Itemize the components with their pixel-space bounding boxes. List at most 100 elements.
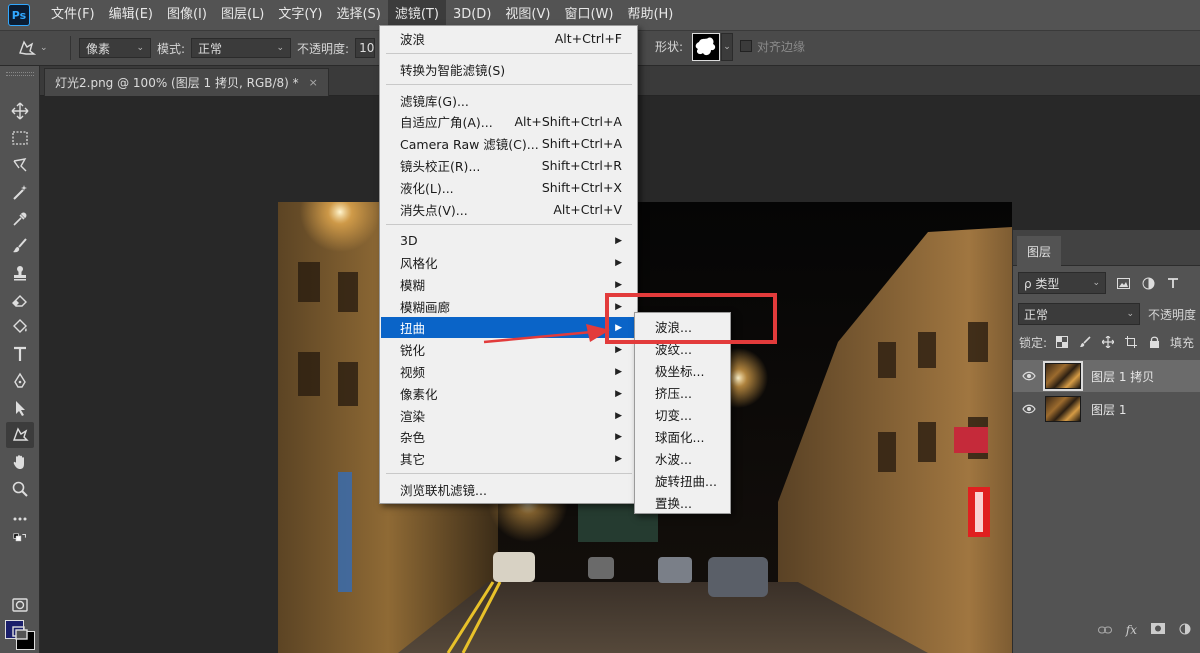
menu-item-convert-smart-filter[interactable]: 转换为智能滤镜(S) — [381, 59, 638, 80]
align-edges-checkbox[interactable] — [740, 40, 752, 52]
swap-colors-button[interactable] — [6, 532, 34, 548]
menu-item-render[interactable]: 渲染 ▶ — [381, 405, 638, 426]
opacity-input[interactable]: 10 — [355, 38, 376, 58]
pixel-layer-filter-icon[interactable] — [1115, 275, 1131, 291]
menu-item-label: 像素化 — [400, 387, 438, 402]
menu-edit[interactable]: 编辑(E) — [102, 0, 160, 30]
document-tab-title: 灯光2.png @ 100% (图层 1 拷贝, RGB/8) * — [55, 76, 299, 90]
eyedropper-tool[interactable] — [6, 206, 34, 232]
menu-item-noise[interactable]: 杂色 ▶ — [381, 426, 638, 447]
eraser-tool[interactable] — [6, 287, 34, 313]
panel-grip[interactable] — [6, 72, 34, 76]
hand-tool[interactable] — [6, 449, 34, 475]
lock-artboard-icon[interactable] — [1124, 335, 1138, 349]
layer-row[interactable]: 图层 1 拷贝 — [1013, 360, 1200, 392]
adjustment-layer-icon[interactable] — [1179, 623, 1191, 638]
submenu-item-displace[interactable]: 置换... — [636, 491, 731, 513]
menu-item-adaptive-wide-angle[interactable]: 自适应广角(A)... Alt+Shift+Ctrl+A — [381, 111, 638, 132]
tab-layers[interactable]: 图层 — [1017, 236, 1061, 266]
blend-mode-select[interactable]: 正常 ⌄ — [191, 38, 292, 58]
screen-mode-button[interactable] — [6, 619, 34, 645]
menu-type[interactable]: 文字(Y) — [271, 0, 329, 30]
type-tool[interactable] — [6, 341, 34, 367]
submenu-item-spherize[interactable]: 球面化... — [636, 425, 731, 447]
stamp-tool[interactable] — [6, 260, 34, 286]
menu-item-liquify[interactable]: 液化(L)... Shift+Ctrl+X — [381, 177, 638, 198]
move-tool[interactable] — [6, 98, 34, 124]
menu-file[interactable]: 文件(F) — [44, 0, 102, 30]
layer-filter-row: ρ 类型 ⌄ — [1013, 270, 1200, 296]
tool-preset-picker[interactable]: ⌄ — [16, 35, 62, 61]
menu-item-browse-online-filters[interactable]: 浏览联机滤镜... — [381, 479, 638, 500]
link-layers-icon[interactable] — [1097, 623, 1112, 637]
menu-item-blur-gallery[interactable]: 模糊画廊 ▶ — [381, 296, 638, 317]
eye-icon[interactable] — [1021, 401, 1037, 417]
splat-shape-icon — [695, 37, 716, 56]
submenu-item-shear[interactable]: 切变... — [636, 403, 731, 425]
more-tools-button[interactable] — [6, 506, 34, 532]
type-layer-filter-icon[interactable] — [1165, 275, 1181, 291]
menu-item-camera-raw[interactable]: Camera Raw 滤镜(C)... Shift+Ctrl+A — [381, 133, 638, 154]
adjustment-layer-filter-icon[interactable] — [1140, 275, 1156, 291]
layer-effects-icon[interactable]: fx — [1126, 623, 1137, 637]
menu-item-filter-gallery[interactable]: 滤镜库(G)... — [381, 90, 638, 111]
eye-icon[interactable] — [1021, 368, 1037, 384]
menu-item-label: 转换为智能滤镜(S) — [400, 63, 506, 78]
lock-image-pixels-icon[interactable] — [1078, 335, 1092, 349]
document-tab[interactable]: 灯光2.png @ 100% (图层 1 拷贝, RGB/8) * × — [44, 68, 329, 96]
chevron-down-icon: ⌄ — [136, 43, 144, 53]
brush-tool[interactable] — [6, 233, 34, 259]
submenu-item-twirl[interactable]: 旋转扭曲... — [636, 469, 731, 491]
custom-shape-tool[interactable] — [6, 422, 34, 448]
menu-item-last-filter[interactable]: 波浪 Alt+Ctrl+F — [381, 28, 638, 49]
layer-kind-filter-select[interactable]: ρ 类型 ⌄ — [1018, 272, 1106, 294]
menu-image[interactable]: 图像(I) — [160, 0, 214, 30]
path-selection-tool[interactable] — [6, 395, 34, 421]
submenu-item-pinch[interactable]: 挤压... — [636, 381, 731, 403]
close-icon[interactable]: × — [309, 76, 318, 89]
layer-name[interactable]: 图层 1 — [1091, 401, 1126, 418]
eraser-icon — [12, 295, 27, 307]
marquee-tool[interactable] — [6, 125, 34, 151]
menu-item-other[interactable]: 其它 ▶ — [381, 448, 638, 469]
menu-item-label: 模糊画廊 — [400, 300, 451, 315]
add-mask-icon[interactable] — [1151, 623, 1165, 637]
shape-picker[interactable] — [692, 33, 720, 61]
menu-layer[interactable]: 图层(L) — [214, 0, 271, 30]
layer-blend-mode-select[interactable]: 正常 ⌄ — [1018, 303, 1140, 325]
lock-transparent-pixels-icon[interactable] — [1055, 335, 1069, 349]
menu-item-label: 自适应广角(A)... — [400, 115, 493, 130]
paint-bucket-tool[interactable] — [6, 314, 34, 340]
menu-item-label: 视频 — [400, 365, 426, 380]
zoom-tool[interactable] — [6, 476, 34, 502]
submenu-arrow-icon: ▶ — [615, 453, 622, 464]
highlight-annotation-box — [605, 293, 777, 344]
menu-divider — [386, 473, 632, 474]
chevron-down-icon[interactable]: ⌄ — [721, 33, 733, 61]
submenu-item-zigzag[interactable]: 水波... — [636, 447, 731, 469]
layer-thumbnail[interactable] — [1045, 396, 1081, 422]
menu-item-shortcut: Shift+Ctrl+A — [541, 136, 622, 151]
magic-wand-tool[interactable] — [6, 179, 34, 205]
tool-mode-select[interactable]: 像素 ⌄ — [79, 38, 151, 58]
submenu-item-polar-coordinates[interactable]: 极坐标... — [636, 359, 731, 381]
menu-item-stylize[interactable]: 风格化 ▶ — [381, 252, 638, 273]
layer-blend-row: 正常 ⌄ 不透明度 — [1013, 302, 1200, 326]
quick-mask-button[interactable] — [6, 592, 34, 618]
lock-all-icon[interactable] — [1147, 335, 1161, 349]
menu-item-3d[interactable]: 3D ▶ — [381, 230, 638, 251]
lock-position-icon[interactable] — [1101, 335, 1115, 349]
layer-thumbnail[interactable] — [1043, 361, 1083, 391]
menu-item-video[interactable]: 视频 ▶ — [381, 361, 638, 382]
menu-item-pixelate[interactable]: 像素化 ▶ — [381, 383, 638, 404]
menu-item-blur[interactable]: 模糊 ▶ — [381, 274, 638, 295]
layer-row[interactable]: 图层 1 — [1013, 393, 1200, 425]
layer-name[interactable]: 图层 1 拷贝 — [1091, 368, 1154, 385]
menu-item-vanishing-point[interactable]: 消失点(V)... Alt+Ctrl+V — [381, 199, 638, 220]
pen-tool[interactable] — [6, 368, 34, 394]
menu-item-lens-correction[interactable]: 镜头校正(R)... Shift+Ctrl+R — [381, 155, 638, 176]
menu-item-shortcut: Shift+Ctrl+X — [541, 180, 622, 195]
eyedropper-icon — [13, 212, 27, 226]
menu-item-shortcut: Alt+Ctrl+V — [553, 202, 622, 217]
lasso-tool[interactable] — [6, 152, 34, 178]
